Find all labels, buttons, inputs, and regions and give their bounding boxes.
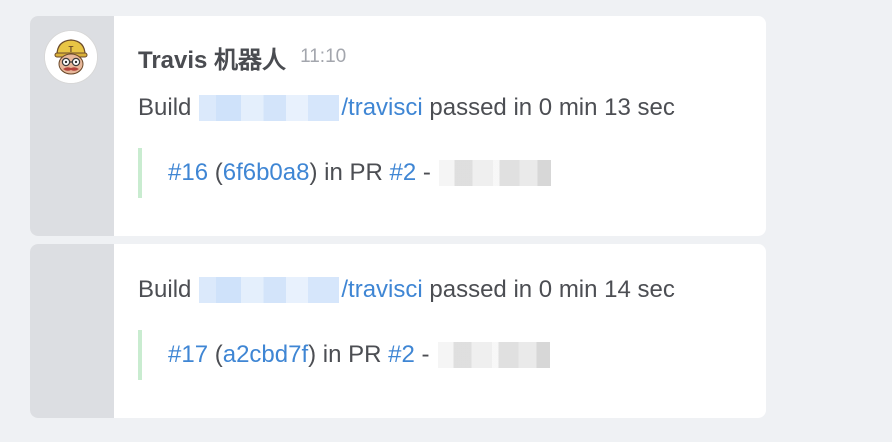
pr-link[interactable]: #2 — [388, 341, 415, 369]
message-card: Build /travisci passed in 0 min 14 sec #… — [30, 244, 766, 418]
message-header: Travis 机器人 11:10 — [138, 40, 346, 74]
build-detail-quote: #16 ( 6f6b0a8 ) in PR #2 - — [138, 148, 551, 198]
repo-link[interactable]: /travisci — [341, 94, 422, 122]
build-status-line: Build /travisci passed in 0 min 14 sec — [138, 276, 675, 304]
travis-mascot-icon: T — [45, 31, 97, 83]
build-number-link[interactable]: #17 — [168, 341, 208, 369]
build-prefix: Build — [138, 276, 192, 303]
repo-link[interactable]: /travisci — [341, 276, 422, 304]
build-detail-quote: #17 ( a2cbd7f ) in PR #2 - — [138, 330, 550, 380]
dash-separator: - — [421, 341, 430, 368]
redacted-repo-owner[interactable] — [199, 95, 340, 121]
build-number-link[interactable]: #16 — [168, 159, 208, 187]
avatar[interactable]: T — [44, 30, 98, 84]
build-status-line: Build /travisci passed in 0 min 13 sec — [138, 94, 675, 122]
redacted-pr-title — [438, 160, 551, 186]
message-time: 11:10 — [300, 46, 347, 67]
message-gutter — [30, 244, 114, 418]
build-status-text: passed in 0 min 13 sec — [429, 94, 675, 121]
svg-text:T: T — [69, 45, 74, 54]
build-status-text: passed in 0 min 14 sec — [429, 276, 675, 303]
in-pr-text: in PR — [322, 341, 382, 368]
in-pr-text: in PR — [324, 159, 383, 186]
message-card: T Travis 机器人 11:10 Build /travisci passe… — [30, 16, 766, 236]
pr-link[interactable]: #2 — [390, 159, 417, 187]
sender-name[interactable]: Travis 机器人 — [138, 40, 286, 75]
commit-link[interactable]: a2cbd7f — [223, 341, 308, 369]
build-prefix: Build — [138, 94, 192, 121]
redacted-repo-owner[interactable] — [199, 277, 340, 303]
redacted-pr-title — [437, 342, 550, 368]
commit-link[interactable]: 6f6b0a8 — [223, 159, 310, 187]
dash-separator: - — [422, 159, 431, 186]
